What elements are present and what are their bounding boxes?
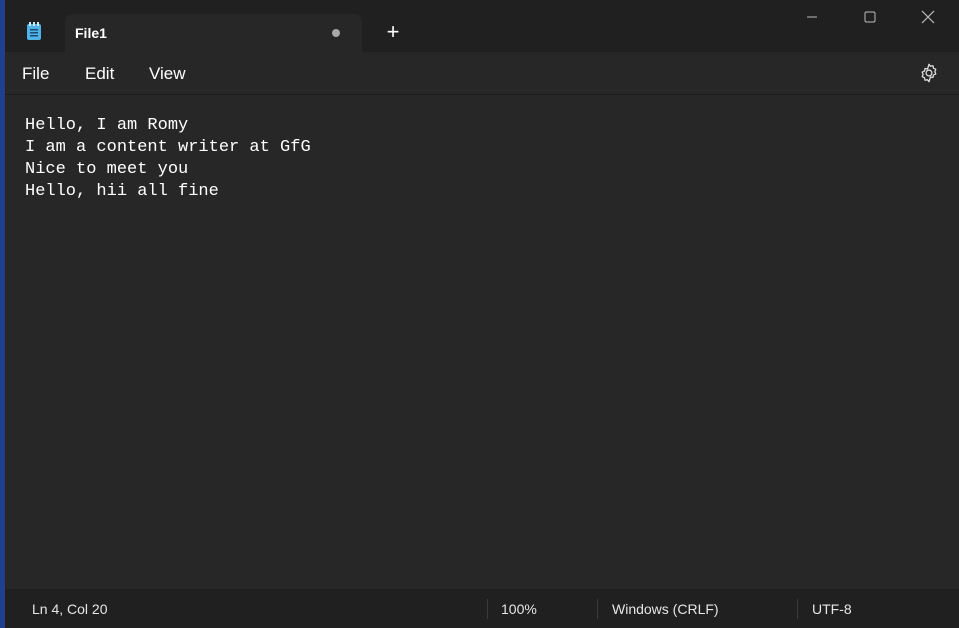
menu-file[interactable]: File [22, 64, 49, 84]
zoom-level[interactable]: 100% [501, 601, 537, 617]
title-bar: File1 + [5, 0, 959, 52]
status-divider [797, 599, 798, 619]
minimize-icon [806, 10, 818, 28]
minimize-button[interactable] [783, 0, 841, 38]
tab-title: File1 [75, 25, 107, 41]
encoding[interactable]: UTF-8 [812, 601, 852, 617]
tab-file1[interactable]: File1 [65, 14, 362, 52]
close-icon [921, 10, 935, 29]
maximize-button[interactable] [841, 0, 899, 38]
unsaved-dot-icon[interactable] [332, 29, 340, 37]
text-editor[interactable]: Hello, I am Romy I am a content writer a… [5, 94, 959, 590]
status-bar: Ln 4, Col 20 100% Windows (CRLF) UTF-8 [5, 589, 959, 628]
notepad-window: File1 + File Edit View Hello, I am Romy … [5, 0, 959, 628]
line-ending[interactable]: Windows (CRLF) [612, 601, 719, 617]
menu-bar: File Edit View [5, 52, 959, 94]
gear-icon[interactable] [918, 62, 940, 84]
editor-line: I am a content writer at GfG [25, 138, 311, 157]
close-button[interactable] [899, 0, 957, 38]
status-divider [487, 599, 488, 619]
menu-edit[interactable]: Edit [85, 64, 114, 84]
new-tab-button[interactable]: + [377, 18, 409, 46]
editor-content[interactable]: Hello, I am Romy I am a content writer a… [25, 115, 311, 203]
cursor-position: Ln 4, Col 20 [32, 601, 108, 617]
notepad-icon [26, 22, 42, 41]
editor-line: Hello, I am Romy [25, 116, 189, 135]
maximize-icon [864, 10, 876, 28]
menu-view[interactable]: View [149, 64, 186, 84]
editor-line: Nice to meet you [25, 160, 189, 179]
editor-line: Hello, hii all fine [25, 182, 219, 201]
status-divider [597, 599, 598, 619]
